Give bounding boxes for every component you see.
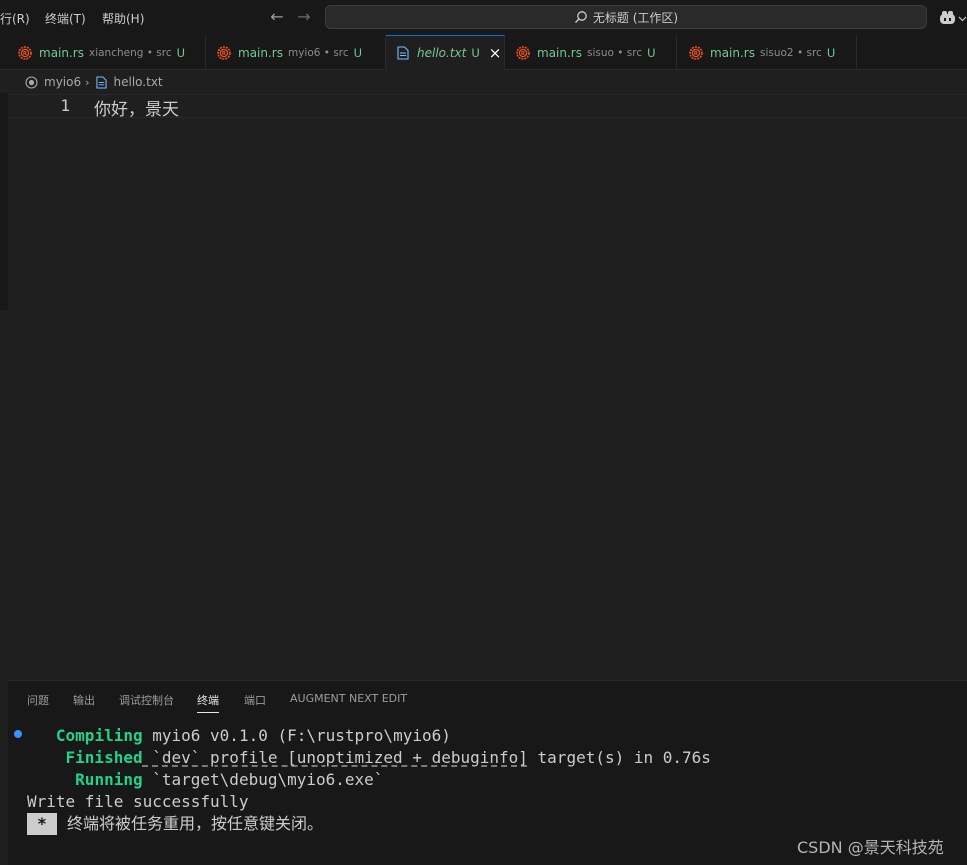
tab-main-rs-myio6[interactable]: R main.rs myio6 • src U [206,35,386,70]
git-untracked-badge: U [647,45,656,60]
tab-filename: main.rs [537,45,582,60]
tab-filename: hello.txt [417,46,467,60]
cargo-status-label: Compiling [55,726,143,745]
tab-terminal[interactable]: 终端 [197,692,219,713]
activity-bar-edge [0,93,8,310]
terminal-text: `target\debug\myio6.exe` [142,770,384,789]
terminal-text: target(s) in 0.76s [527,748,711,767]
tab-description: xiancheng • src [88,46,172,59]
tab-description: sisuo • src [586,46,643,59]
terminal-line: Compiling myio6 v0.1.0 (F:\rustpro\myio6… [27,725,451,747]
workspace-title: 无标题 (工作区) [592,10,679,25]
folder-target-icon [25,75,38,89]
chevron-down-icon [958,16,967,21]
search-icon [574,11,587,23]
chevron-right-icon: › [85,75,90,89]
text-file-icon [95,75,107,89]
tab-hello-txt[interactable]: hello.txt U × [386,35,505,70]
git-untracked-badge: U [176,45,186,60]
tab-main-rs-sisuo[interactable]: R main.rs sisuo • src U [505,35,677,70]
forward-arrow-icon[interactable]: → [294,7,314,27]
tab-filename: main.rs [39,45,84,60]
tab-main-rs-xiancheng[interactable]: R main.rs xiancheng • src U [0,35,206,70]
breadcrumb-file[interactable]: hello.txt [114,75,163,89]
tab-filename: main.rs [710,45,755,60]
terminal-text: myio6 v0.1.0 (F:\rustpro\myio6) [142,726,451,745]
command-center-search[interactable]: 无标题 (工作区) [325,5,927,29]
tab-ports[interactable]: 端口 [244,692,266,708]
close-icon[interactable]: × [489,45,502,61]
git-untracked-badge: U [353,45,363,60]
text-editor[interactable]: 1 你好，景天 [8,93,967,680]
tab-filename: main.rs [238,45,283,60]
title-bar: 行(R) 终端(T) 帮助(H) ← → 无标题 (工作区) [0,0,967,35]
rust-icon: R [689,45,703,60]
menu-help[interactable]: 帮助(H) [102,10,144,27]
rust-icon: R [18,45,32,60]
terminal-line: Write file successfully [27,792,249,811]
terminal-link-text[interactable]: `dev` profile [unoptimized + debuginfo] [143,748,528,767]
tab-main-rs-sisuo2[interactable]: R main.rs sisuo2 • src U [677,35,857,70]
copilot-button[interactable] [939,8,967,28]
copilot-icon [940,11,955,24]
git-untracked-badge: U [826,45,836,60]
back-arrow-icon[interactable]: ← [267,7,287,27]
line-number: 1 [60,96,70,115]
terminal-text: 终端将被任务重用，按任意键关闭。 [67,814,324,833]
tab-augment-next-edit[interactable]: AUGMENT NEXT EDIT [290,692,407,705]
tab-problems[interactable]: 问题 [27,692,49,708]
editor-tab-bar: R main.rs xiancheng • src U R main.rs my… [0,35,967,70]
watermark: CSDN @景天科技苑 [797,838,944,857]
breadcrumb: myio6 › hello.txt [0,71,967,93]
task-star-badge: * [27,813,57,835]
terminal-line: Running `target\debug\myio6.exe` [27,769,383,791]
cargo-status-label: Running [75,770,143,789]
tab-debug-console[interactable]: 调试控制台 [119,692,174,708]
menu-terminal[interactable]: 终端(T) [45,10,86,27]
tab-output[interactable]: 输出 [73,692,95,708]
git-untracked-badge: U [471,46,480,60]
menu-run[interactable]: 行(R) [0,10,30,27]
editor-line-text[interactable]: 你好，景天 [94,95,179,120]
cargo-status-label: Finished [65,748,143,767]
text-file-icon [397,46,409,60]
rust-icon: R [516,45,530,60]
rust-icon: R [217,45,231,60]
terminal-line: * 终端将被任务重用，按任意键关闭。 [27,813,323,835]
tab-description: sisuo2 • src [759,46,822,59]
tab-description: myio6 • src [287,46,349,59]
breadcrumb-folder[interactable]: myio6 [44,75,81,89]
terminal-line: Finished `dev` profile [unoptimized + de… [27,747,711,769]
command-decoration-icon[interactable] [14,730,22,738]
